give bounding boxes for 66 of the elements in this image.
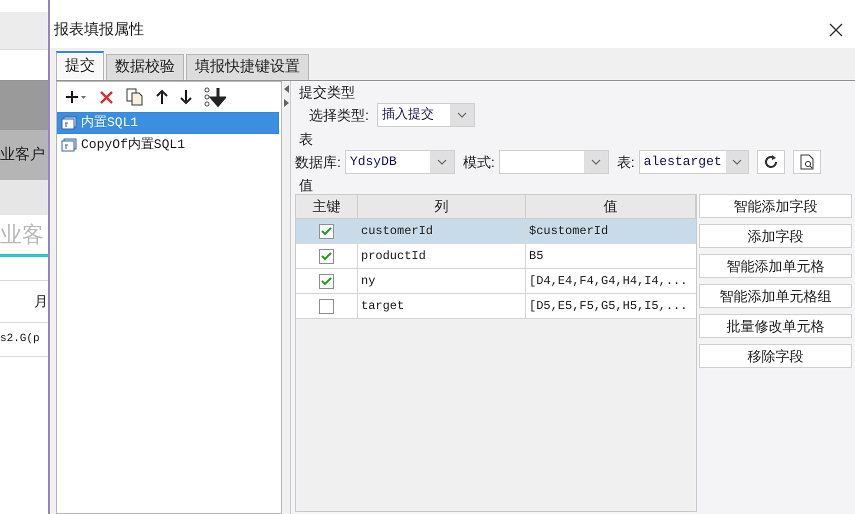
column-header[interactable]: 主键 [296,195,358,218]
ruler-strip [0,80,48,130]
dropdown[interactable]: 插入提交 [376,103,475,127]
table-cell: productId [358,244,526,268]
delete-icon[interactable] [99,90,114,104]
table-cell: ny [358,269,526,293]
move-to-bottom-icon[interactable] [204,87,226,107]
background-text: s2.G(p [0,332,40,348]
check-icon [321,252,332,260]
close-icon[interactable] [829,23,843,37]
section-title: 值 [299,176,314,194]
field-label: 模式: [462,152,495,172]
add-icon[interactable] [65,90,87,104]
check-icon [321,226,332,236]
background-text: 业客户 [0,144,45,165]
table-cell-text: B5 [528,248,544,265]
field-label: 选择类型: [309,106,369,124]
refresh-button[interactable] [756,150,785,174]
field-label: 数据库: [295,152,341,172]
window-title: 报表填报属性 [54,20,144,40]
table-cell-text: $customerId [528,223,610,240]
table-row[interactable]: ny [D4,E4,F4,G4,H4,I4,... [296,269,696,294]
background-text: 业客 [0,221,44,249]
checkbox[interactable] [319,224,334,238]
checkbox[interactable] [319,248,334,264]
chevron-down-icon [436,159,447,165]
chevron-down-icon [590,159,601,165]
table-cell: target [358,294,526,318]
section-title: 表 [299,130,314,148]
action-button[interactable]: 移除字段 [699,344,852,368]
action-button[interactable]: 智能添加字段 [699,194,852,218]
sql-icon [61,116,77,130]
dropdown[interactable]: alestarget [638,150,749,174]
tab[interactable]: 数据校验 [106,54,184,80]
background-text: 月 [34,292,48,311]
list-item[interactable]: CopyOf内置SQL1 [57,134,279,156]
chevron-down-icon [456,112,467,118]
tab[interactable]: 填报快捷键设置 [186,54,309,80]
arrow-up-icon[interactable] [156,89,168,105]
chevron-down-icon [732,159,742,165]
table-row[interactable]: customerId $customerId [296,219,696,244]
preview-button[interactable] [792,150,821,174]
table-row[interactable]: productId B5 [296,244,696,269]
refresh-icon [762,154,779,170]
table-cell: customerId [358,219,526,243]
checkbox[interactable] [319,274,334,288]
arrow-down-icon[interactable] [180,89,192,105]
action-button[interactable]: 添加字段 [699,224,852,248]
document-search-icon [800,154,814,170]
tab[interactable]: 提交 [56,51,104,80]
copy-icon[interactable] [126,88,144,106]
sheet-header [0,180,48,215]
column-header[interactable]: 列 [358,195,526,218]
dropdown[interactable]: YdsyDB [344,150,455,174]
sql-icon [61,138,77,152]
action-button[interactable]: 智能添加单元格组 [699,284,852,308]
section-title: 提交类型 [299,83,356,101]
check-icon [321,276,332,286]
action-button[interactable]: 批量修改单元格 [699,314,852,338]
table-row[interactable]: target [D5,E5,F5,G5,H5,I5,... [296,294,696,319]
table-cell-text: [D5,E5,F5,G5,H5,I5,... [528,298,688,315]
table-cell-text: [D4,E4,F4,G4,H4,I4,... [528,273,688,290]
action-button[interactable]: 智能添加单元格 [699,254,852,278]
column-header[interactable]: 值 [526,195,696,218]
field-label: 表: [616,152,635,172]
checkbox[interactable] [319,298,334,314]
